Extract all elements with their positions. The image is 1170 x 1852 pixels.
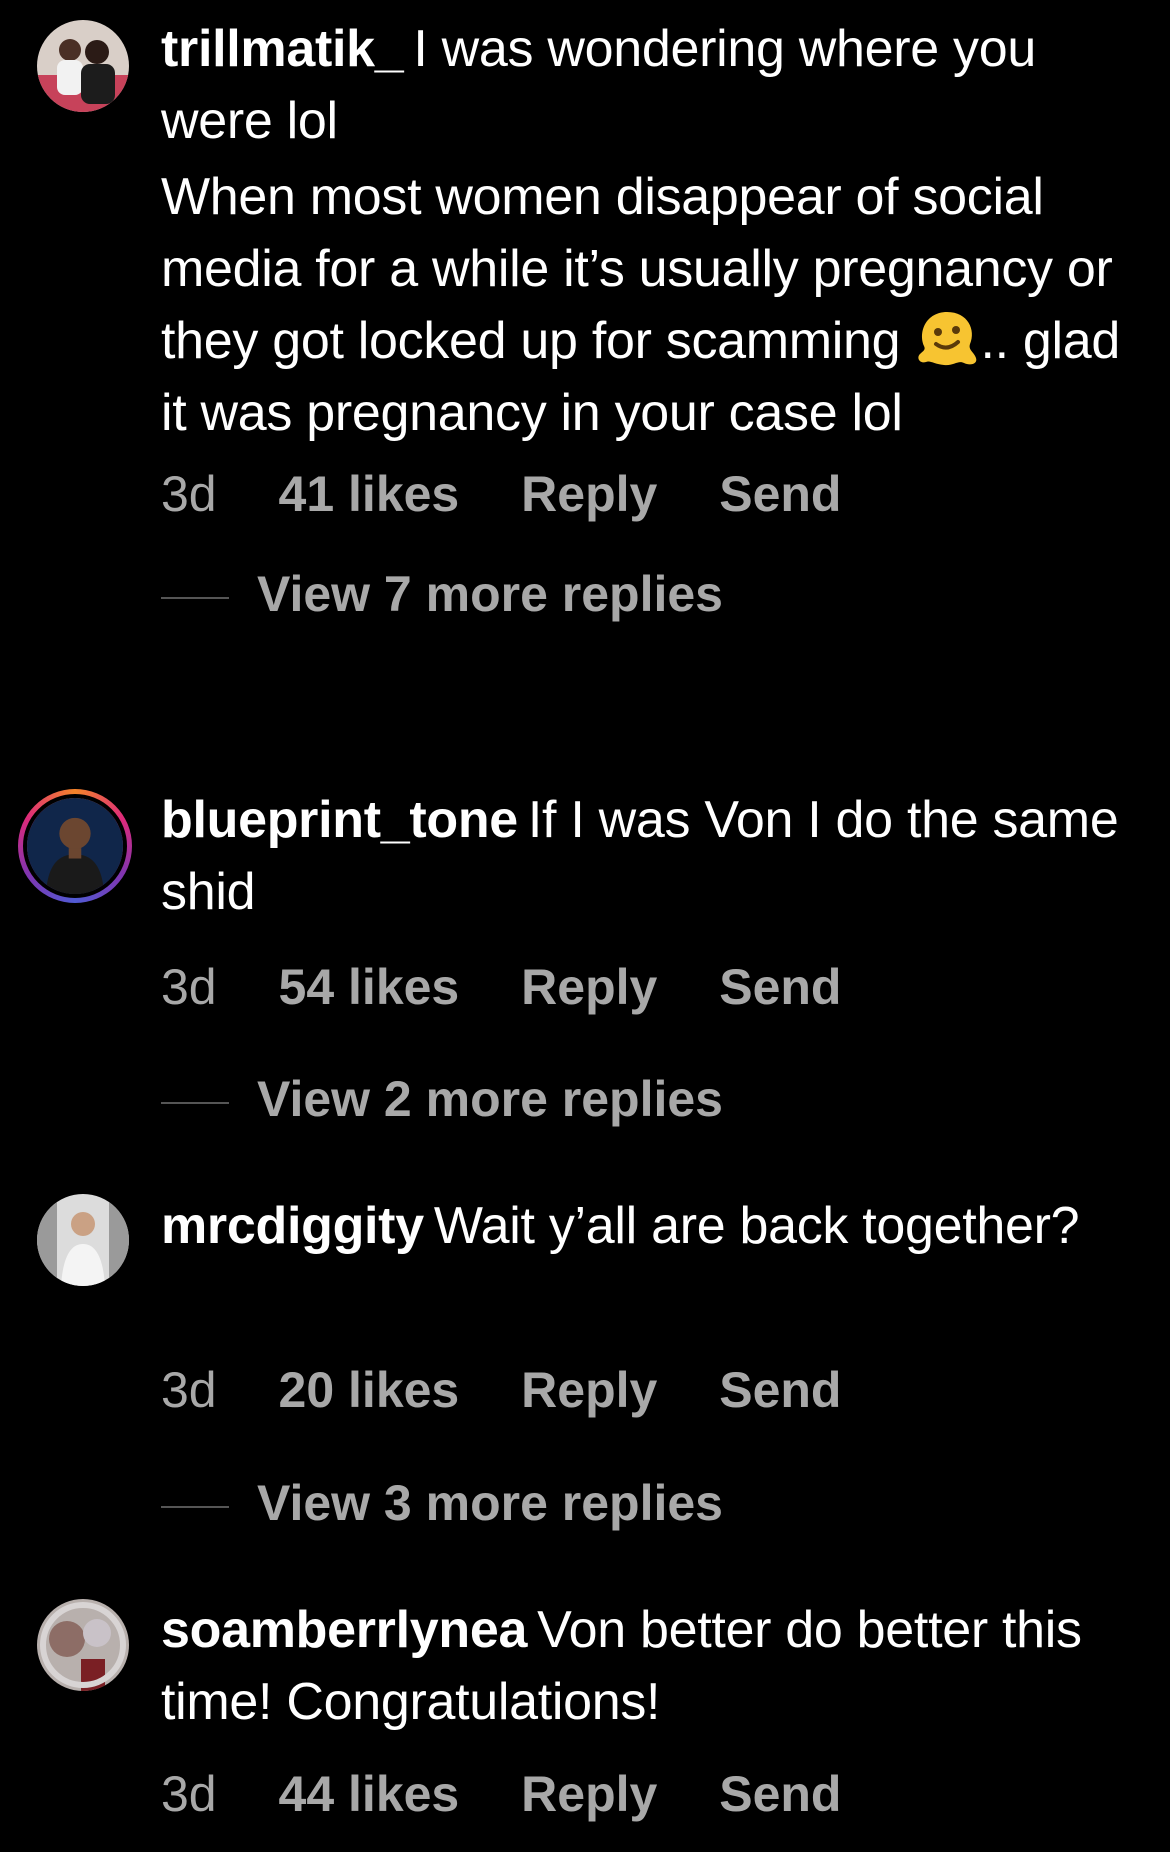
view-replies-label: View 7 more replies (257, 566, 723, 622)
likes-count[interactable]: 41 likes (279, 465, 460, 523)
username[interactable]: soamberrlynea (161, 1601, 527, 1659)
comment-actions: 3d 41 likes Reply Send (161, 465, 889, 523)
likes-count[interactable]: 54 likes (279, 958, 460, 1016)
reply-button[interactable]: Reply (521, 465, 657, 523)
timestamp: 3d (161, 1766, 217, 1822)
melting-face-icon (914, 308, 980, 368)
comment-body: soamberrlynea Von better do better this t… (161, 1594, 1141, 1738)
timestamp: 3d (161, 1362, 217, 1418)
send-button[interactable]: Send (719, 1361, 841, 1419)
avatar-photo-icon (37, 1194, 129, 1286)
timestamp: 3d (161, 466, 217, 522)
send-button[interactable]: Send (719, 958, 841, 1016)
avatar-photo-icon (37, 20, 129, 112)
avatar-photo-icon (37, 1599, 129, 1691)
likes-count[interactable]: 20 likes (279, 1361, 460, 1419)
avatar[interactable] (37, 20, 129, 112)
comment-text: Wait y’all are back together? (433, 1197, 1080, 1255)
timestamp: 3d (161, 959, 217, 1015)
comment-body: mrcdiggity Wait y’all are back together? (161, 1190, 1141, 1262)
avatar[interactable] (37, 1194, 129, 1286)
comment-actions: 3d 44 likes Reply Send (161, 1765, 889, 1823)
avatar-photo-icon (27, 798, 123, 894)
send-button[interactable]: Send (719, 465, 841, 523)
view-replies-button[interactable]: View 2 more replies (161, 1070, 723, 1128)
view-replies-label: View 3 more replies (257, 1475, 723, 1531)
view-replies-button[interactable]: View 3 more replies (161, 1474, 723, 1532)
reply-button[interactable]: Reply (521, 1361, 657, 1419)
comment-body: trillmatik_ I was wondering where you wer… (161, 13, 1141, 449)
username[interactable]: blueprint_tone (161, 791, 518, 849)
likes-count[interactable]: 44 likes (279, 1765, 460, 1823)
divider-line (161, 1101, 229, 1104)
send-button[interactable]: Send (719, 1765, 841, 1823)
comment-body: blueprint_tone If I was Von I do the same… (161, 784, 1141, 928)
reply-button[interactable]: Reply (521, 958, 657, 1016)
avatar[interactable] (37, 1599, 129, 1691)
divider-line (161, 596, 229, 599)
comment-actions: 3d 20 likes Reply Send (161, 1361, 889, 1419)
username[interactable]: mrcdiggity (161, 1197, 424, 1255)
view-replies-button[interactable]: View 7 more replies (161, 565, 723, 623)
reply-button[interactable]: Reply (521, 1765, 657, 1823)
view-replies-label: View 2 more replies (257, 1071, 723, 1127)
divider-line (161, 1505, 229, 1508)
comment-actions: 3d 54 likes Reply Send (161, 958, 889, 1016)
username[interactable]: trillmatik_ (161, 20, 404, 78)
avatar-story-ring[interactable] (18, 789, 132, 903)
